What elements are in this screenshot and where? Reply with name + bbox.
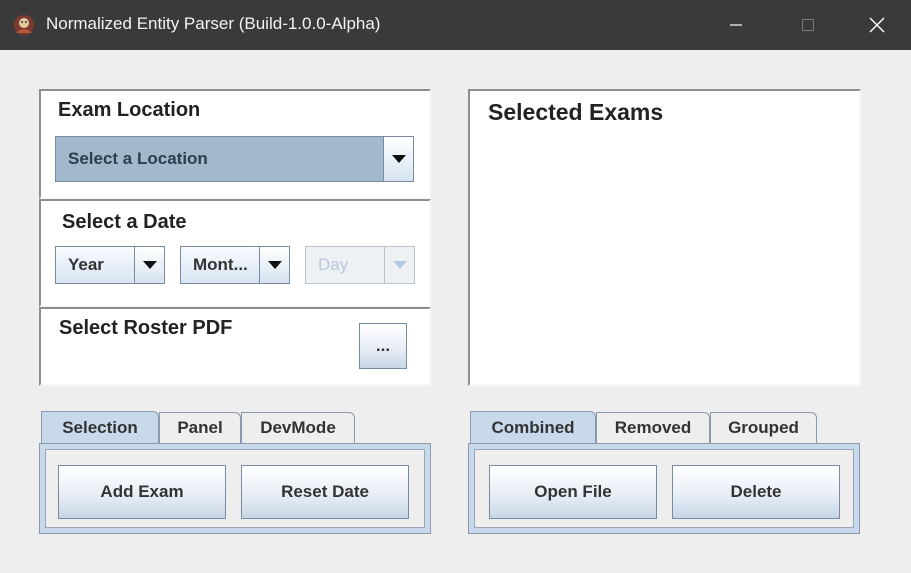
reset-date-button[interactable]: Reset Date <box>241 465 409 519</box>
day-dropdown-arrow <box>384 247 414 283</box>
exam-location-label: Exam Location <box>58 99 201 121</box>
browse-roster-button[interactable]: ... <box>359 323 407 369</box>
location-dropdown-value: Select a Location <box>68 149 208 168</box>
date-label: Select a Date <box>62 211 187 233</box>
chevron-down-icon <box>392 261 407 269</box>
left-tab-content: Add Exam Reset Date <box>45 449 425 528</box>
title-bar: Normalized Entity Parser (Build-1.0.0-Al… <box>0 0 911 50</box>
right-tab-content: Open File Delete <box>474 449 854 528</box>
main-content: Exam Location Select a Location Select a… <box>0 50 911 573</box>
selected-exams-title: Selected Exams <box>488 99 664 125</box>
delete-button[interactable]: Delete <box>672 465 840 519</box>
roster-label: Select Roster PDF <box>59 317 233 339</box>
app-emblem-icon <box>14 15 34 35</box>
month-dropdown-arrow[interactable] <box>259 247 289 283</box>
location-dropdown[interactable]: Select a Location <box>55 136 414 182</box>
close-icon <box>869 17 885 33</box>
year-dropdown[interactable]: Year <box>55 246 165 284</box>
chevron-down-icon <box>391 155 406 163</box>
window-title: Normalized Entity Parser (Build-1.0.0-Al… <box>46 14 381 33</box>
year-dropdown-value: Year <box>68 255 104 274</box>
tab-grouped[interactable]: Grouped <box>710 412 817 443</box>
left-tab-body: Add Exam Reset Date <box>39 443 431 534</box>
chevron-down-icon <box>267 261 282 269</box>
chevron-down-icon <box>142 261 157 269</box>
tab-selection[interactable]: Selection <box>41 411 159 444</box>
tab-removed[interactable]: Removed <box>596 412 710 443</box>
maximize-button[interactable] <box>772 0 844 50</box>
close-button[interactable] <box>841 0 911 50</box>
exam-location-panel: Exam Location Select a Location <box>39 89 431 199</box>
minimize-button[interactable] <box>700 0 772 50</box>
add-exam-button[interactable]: Add Exam <box>58 465 226 519</box>
date-panel: Select a Date Year Mont... Day <box>39 199 431 307</box>
year-dropdown-arrow[interactable] <box>134 247 164 283</box>
location-dropdown-arrow[interactable] <box>383 137 413 181</box>
tab-combined[interactable]: Combined <box>470 411 596 444</box>
roster-panel: Select Roster PDF ... <box>39 307 431 386</box>
minimize-icon <box>730 24 742 26</box>
maximize-icon <box>802 19 814 31</box>
tab-devmode[interactable]: DevMode <box>241 412 355 443</box>
month-dropdown-value: Mont... <box>193 255 248 274</box>
right-tab-body: Open File Delete <box>468 443 860 534</box>
tab-panel[interactable]: Panel <box>159 412 241 443</box>
open-file-button[interactable]: Open File <box>489 465 657 519</box>
month-dropdown[interactable]: Mont... <box>180 246 290 284</box>
selected-exams-panel: Selected Exams <box>468 89 861 386</box>
day-dropdown-value: Day <box>318 255 349 274</box>
day-dropdown: Day <box>305 246 415 284</box>
